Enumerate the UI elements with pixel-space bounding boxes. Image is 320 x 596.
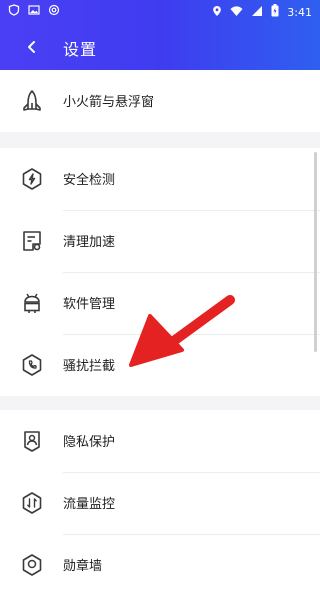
settings-item-cleanup[interactable]: 清理加速 [0, 210, 320, 272]
settings-item-privacy[interactable]: 隐私保护 [0, 410, 320, 472]
location-icon [212, 5, 222, 20]
status-time: 3:41 [287, 5, 312, 19]
settings-item-label: 流量监控 [63, 497, 116, 512]
page-title: 设置 [63, 40, 98, 59]
settings-item-label: 骚扰拦截 [63, 359, 116, 374]
scrollbar[interactable] [314, 152, 317, 352]
settings-item-label: 小火箭与悬浮窗 [63, 95, 155, 110]
settings-item-label: 隐私保护 [63, 435, 116, 450]
chevron-left-icon [28, 41, 35, 53]
privacy-icon [20, 429, 44, 453]
settings-item-label: 勋章墙 [63, 559, 103, 574]
settings-group-2: 安全检测 清理加速 软件管理 骚扰拦截 [0, 148, 320, 396]
status-bar: 3:41 [0, 0, 320, 24]
at-icon [48, 4, 60, 19]
title-bar: 设置 [0, 24, 320, 70]
image-icon [28, 4, 40, 19]
android-icon [20, 291, 44, 315]
settings-item-label: 清理加速 [63, 235, 116, 250]
wifi-icon [230, 5, 243, 20]
settings-item-rocket-float[interactable]: 小火箭与悬浮窗 [0, 70, 320, 132]
settings-item-software-manage[interactable]: 软件管理 [0, 272, 320, 334]
settings-item-label: 安全检测 [63, 173, 116, 188]
signal-icon [251, 5, 263, 20]
security-check-icon [20, 167, 44, 191]
settings-item-medal-wall[interactable]: 勋章墙 [0, 534, 320, 596]
shield-icon [8, 4, 20, 19]
phone-block-icon [20, 353, 44, 377]
medal-icon [20, 553, 44, 577]
rocket-icon [20, 89, 44, 113]
settings-item-security-check[interactable]: 安全检测 [0, 148, 320, 210]
settings-item-label: 软件管理 [63, 297, 116, 312]
settings-group-3: 隐私保护 流量监控 勋章墙 [0, 410, 320, 576]
back-button[interactable] [18, 33, 46, 61]
battery-icon [271, 4, 279, 20]
settings-item-traffic-monitor[interactable]: 流量监控 [0, 472, 320, 534]
settings-item-harassment-block[interactable]: 骚扰拦截 [0, 334, 320, 396]
settings-group-1: 小火箭与悬浮窗 [0, 70, 320, 132]
cleanup-icon [20, 229, 44, 253]
traffic-icon [20, 491, 44, 515]
settings-list[interactable]: 小火箭与悬浮窗 安全检测 清理加速 软件管理 骚扰拦截 隐私保护 流量监控 勋章… [0, 70, 320, 576]
